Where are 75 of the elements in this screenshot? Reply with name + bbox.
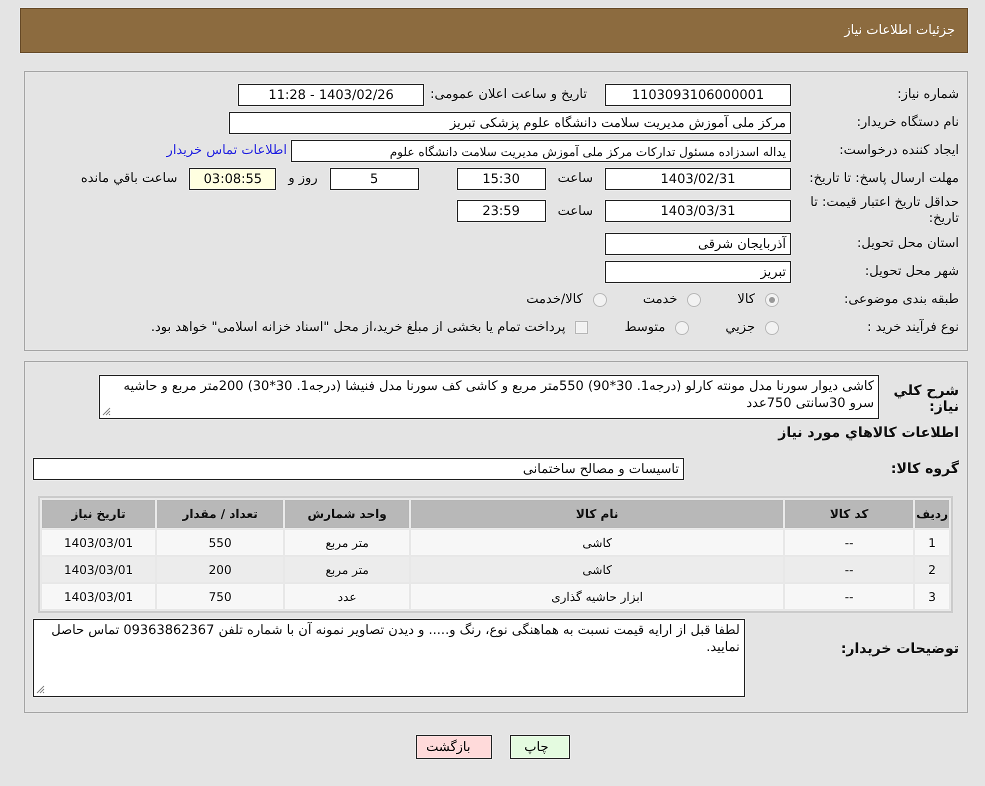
radio-button[interactable]	[592, 292, 607, 306]
buyer-contact-link[interactable]: اطلاعات تماس خریدار	[166, 143, 287, 158]
table-cell: عدد	[285, 584, 410, 609]
column-header: کد کالا	[785, 500, 914, 528]
table-cell: 3	[915, 584, 949, 609]
checkbox[interactable]	[575, 321, 588, 334]
option-label: کالا	[737, 292, 755, 307]
column-header: نام کالا	[411, 500, 784, 528]
validity-time-field: 23:59	[456, 200, 546, 222]
field-label: استان محل تحویل:	[856, 236, 959, 252]
option-label: پرداخت تمام یا بخشی از مبلغ خرید،از محل "اسناد خزانه اسلامی" خواهد بود.	[150, 320, 566, 335]
announce-date-field: 1403/02/26 - 11:28	[238, 84, 424, 106]
goods-group-field: تاسیسات و مصالح ساختمانی	[33, 458, 684, 480]
field-label: ساعت	[558, 204, 593, 218]
table-cell: کاشی	[411, 530, 784, 555]
table-cell: 1403/03/01	[42, 584, 156, 609]
field-label: ساعت	[558, 171, 593, 186]
back-button[interactable]: بازگشت	[416, 735, 492, 759]
field-label: توضیحات خریدار:	[840, 640, 959, 657]
table-cell: 2	[915, 557, 949, 582]
resize-grip-icon[interactable]	[102, 407, 111, 416]
field-label: حداقل تاریخ اعتبار قیمت: تا تاریخ:	[809, 195, 959, 227]
validity-date-field: 1403/03/31	[605, 200, 791, 222]
requester-field: یداله اسدزاده مسئول تداركات مرکز ملی آموزش مدیریت سلامت دانشگاه علوم	[291, 140, 791, 162]
field-label: تاریخ و ساعت اعلان عمومی:	[430, 87, 587, 102]
table-cell: 1403/03/01	[42, 557, 156, 582]
page-title: جزئیات اطلاعات نیاز	[844, 23, 955, 38]
column-header: ردیف	[915, 500, 949, 528]
buyer-notes-textarea: لطفا قبل از ارایه قیمت نسبت به هماهنگی نوع، رنگ و..... و دیدن تصاویر نمونه آن با شماره تلفن 09363862367 تماس حاصل نمایید.	[33, 619, 745, 697]
table-cell: متر مربع	[285, 557, 410, 582]
field-label: شهر محل تحویل:	[864, 264, 959, 280]
table-cell: 1	[915, 530, 949, 555]
radio-button[interactable]	[765, 292, 779, 306]
city-field: تبریز	[605, 260, 791, 282]
table-cell: ابزار حاشیه گذاری	[411, 584, 784, 609]
table-cell: --	[785, 557, 914, 582]
description-textarea: کاشی دیوار سورنا مدل مونته کارلو (درجه1. 30*90) 550متر مربع و کاشی کف سورنا مدل فنیشا (درجه1. 30*30) 200متر مربع و حاشیه سرو 30سانتی 750عدد	[99, 375, 879, 419]
section-title: اطلاعات كالاهاي مورد نياز	[776, 425, 959, 441]
deadline-time-field: 15:30	[456, 168, 546, 190]
table-cell: کاشی	[411, 557, 784, 582]
print-button[interactable]: چاپ	[510, 735, 570, 759]
days-field: 5	[330, 168, 419, 190]
remaining-time-field: 03:08:55	[189, 168, 276, 190]
field-label: شرح كلي نياز:	[892, 382, 959, 415]
field-label: ایجاد کننده درخواست:	[838, 142, 959, 158]
field-label: مهلت ارسال پاسخ: تا تاریخ:	[808, 170, 959, 186]
radio-button[interactable]	[765, 320, 779, 334]
option-label: کالا/خدمت	[526, 292, 583, 307]
field-label: گروه کالا:	[890, 460, 959, 476]
column-header: تعداد / مقدار	[157, 500, 284, 528]
resize-grip-icon[interactable]	[36, 685, 45, 694]
field-label: ساعت باقي مانده	[80, 171, 178, 186]
table-cell: --	[785, 584, 914, 609]
field-label: روز و	[288, 171, 318, 186]
table-cell: 200	[157, 557, 284, 582]
column-header: واحد شمارش	[285, 500, 410, 528]
column-header: تاریخ نیاز	[42, 500, 156, 528]
field-label: طبقه بندی موضوعی:	[842, 292, 959, 308]
table-cell: متر مربع	[285, 530, 410, 555]
field-label: نام دستگاه خریدار:	[856, 114, 959, 130]
table-cell: 750	[157, 584, 284, 609]
option-label: خدمت	[642, 292, 678, 307]
radio-button[interactable]	[687, 292, 702, 306]
field-label: نوع فرآیند خرید :	[866, 320, 959, 336]
deadline-date-field: 1403/02/31	[605, 168, 791, 190]
need-number-field: 1103093106000001	[605, 84, 791, 106]
table-cell: --	[785, 530, 914, 555]
province-field: آذربایجان شرقی	[605, 232, 791, 254]
option-label: جزيي	[725, 320, 755, 335]
radio-button[interactable]	[675, 320, 690, 334]
option-label: متوسط	[624, 320, 666, 335]
table-cell: 550	[157, 530, 284, 555]
buyer-org-field: مرکز ملی آموزش مدیریت سلامت دانشگاه علوم پزشکی تبریز	[229, 112, 791, 134]
table-cell: 1403/03/01	[42, 530, 156, 555]
field-label: شماره نیاز:	[896, 86, 959, 102]
